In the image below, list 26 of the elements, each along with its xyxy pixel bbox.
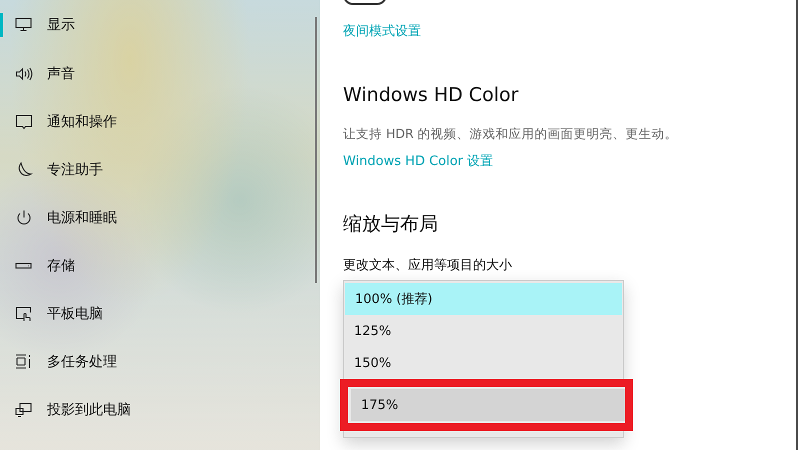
projector-icon <box>15 401 33 419</box>
power-icon <box>15 209 33 227</box>
dropdown-option[interactable]: 175% <box>351 389 625 421</box>
section-heading: 缩放与布局 <box>343 212 439 237</box>
monitor-icon <box>15 16 33 34</box>
speech-bubble-icon <box>15 113 33 131</box>
tablet-icon <box>15 305 33 323</box>
selection-indicator <box>0 13 3 37</box>
sidebar-item[interactable]: 声音 <box>0 50 320 98</box>
scrollbar[interactable] <box>315 17 317 283</box>
description-text: 让支持 HDR 的视频、游戏和应用的画面更明亮、更生动。 <box>343 126 679 143</box>
sidebar-item[interactable]: 平板电脑 <box>0 290 320 338</box>
sidebar-item[interactable]: 显示 <box>0 0 320 50</box>
sidebar-item[interactable]: 通知和操作 <box>0 98 320 146</box>
dropdown-option[interactable]: 150% <box>344 347 623 379</box>
sidebar-item[interactable]: 存储 <box>0 242 320 290</box>
sidebar-item[interactable]: 电源和睡眠 <box>0 194 320 242</box>
field-label: 更改文本、应用等项目的大小 <box>343 257 513 274</box>
dropdown-option[interactable]: 125% <box>344 315 623 347</box>
multitask-icon <box>15 353 33 371</box>
section-heading: Windows HD Color <box>343 84 520 106</box>
sidebar-item[interactable]: 专注助手 <box>0 146 320 194</box>
speaker-icon <box>15 65 33 83</box>
sidebar-item[interactable]: 投影到此电脑 <box>0 386 320 434</box>
dropdown-option[interactable]: 100% (推荐) <box>345 283 622 315</box>
sidebar-item[interactable]: 多任务处理 <box>0 338 320 386</box>
